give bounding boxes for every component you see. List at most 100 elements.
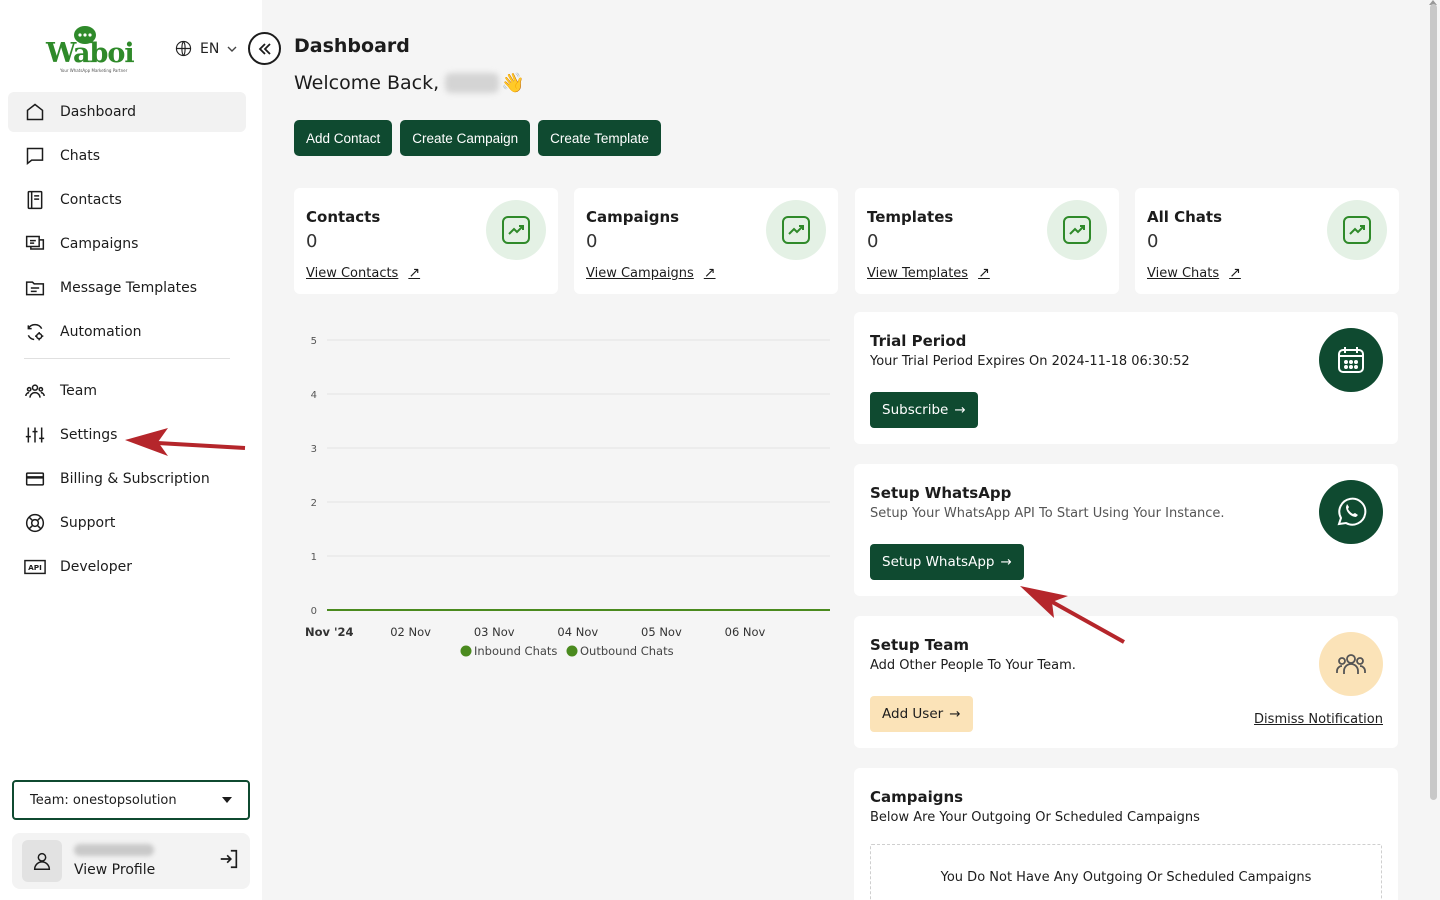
trial-period-panel: Trial Period Your Trial Period Expires O… [854,312,1398,444]
arrow-up-right-icon: ↗ [703,265,716,281]
campaigns-panel: Campaigns Below Are Your Outgoing Or Sch… [854,768,1398,900]
sidebar-item-chats[interactable]: Chats [8,136,246,176]
stat-title: Contacts [306,208,381,226]
sidebar-item-label: Dashboard [60,104,136,120]
sidebar-item-team[interactable]: Team [8,371,246,411]
create-campaign-button[interactable]: Create Campaign [400,120,531,156]
stat-card-templates: Templates 0 View Templates ↗ [855,188,1119,294]
chart-y-tick-label: 0 [311,606,317,617]
sidebar-item-billing[interactable]: Billing & Subscription [8,459,246,499]
scrollbar-thumb[interactable] [1430,4,1437,800]
chats-chart: 0 1 2 3 4 5 Nov '24 02 Nov 03 Nov 04 Nov 05 Nov 06 … [294,320,840,670]
chart-legend-marker [460,645,472,657]
setup-whatsapp-button[interactable]: Setup WhatsApp → [870,544,1024,580]
create-template-button[interactable]: Create Template [538,120,661,156]
team-select-value: Team: onestopsolution [30,792,177,808]
automation-icon [24,321,46,343]
sidebar-item-settings[interactable]: Settings [8,415,246,455]
chart-x-tick-label: Nov '24 [305,625,354,639]
caret-down-icon [222,797,232,803]
chart-y-tick-label: 4 [311,390,317,401]
redacted-user-name [445,72,500,93]
sidebar-item-label: Contacts [60,192,122,208]
chart-y-tick-label: 2 [311,498,317,509]
profile-text: View Profile [74,844,218,878]
stat-value: 0 [867,231,879,252]
whatsapp-icon [1319,480,1383,544]
subscribe-button[interactable]: Subscribe → [870,392,978,428]
wave-emoji: 👋 [501,72,525,94]
profile-card[interactable]: View Profile [12,833,250,889]
sidebar-item-message-templates[interactable]: Message Templates [8,268,246,308]
view-profile-link[interactable]: View Profile [74,862,218,878]
arrow-up-right-icon: ↗ [978,265,990,281]
view-chats-link[interactable]: View Chats ↗ [1147,265,1241,281]
stat-link-label: View Contacts [306,265,399,281]
logout-icon[interactable] [218,848,240,874]
view-templates-link[interactable]: View Templates ↗ [867,265,990,281]
arrow-right-icon: → [954,402,966,418]
chart-x-tick-label: 02 Nov [390,625,431,639]
add-user-label: Add User [882,706,944,722]
arrow-up-right-icon: ↗ [1229,265,1241,281]
whatsapp-text: Setup Your WhatsApp API To Start Using Y… [870,506,1225,521]
stat-card-all-chats: All Chats 0 View Chats ↗ [1135,188,1399,294]
sidebar-item-automation[interactable]: Automation [8,312,246,352]
home-icon [24,101,46,123]
welcome-message: Welcome Back, 👋 [294,71,525,95]
svg-text:API: API [28,563,42,572]
language-selector[interactable]: EN [175,40,237,57]
arrow-right-icon: → [949,706,961,722]
sidebar-item-label: Settings [60,427,118,443]
stat-link-label: View Campaigns [586,265,694,281]
sidebar-item-support[interactable]: Support [8,503,246,543]
sidebar-item-label: Billing & Subscription [60,471,210,487]
subscribe-label: Subscribe [882,402,949,418]
dismiss-notification-link[interactable]: Dismiss Notification [1254,712,1383,727]
team-select[interactable]: Team: onestopsolution [12,780,250,820]
chart-y-tick-label: 1 [311,552,317,563]
team-text: Add Other People To Your Team. [870,658,1076,673]
sidebar-nav: Dashboard Chats Contacts Campaigns Messa… [8,92,246,591]
view-contacts-link[interactable]: View Contacts ↗ [306,265,420,281]
sidebar-item-label: Campaigns [60,236,139,252]
campaigns-text: Below Are Your Outgoing Or Scheduled Cam… [870,810,1200,825]
globe-icon [175,40,192,57]
add-contact-button[interactable]: Add Contact [294,120,393,156]
stat-link-label: View Templates [867,265,969,281]
chats-line-chart: 0 1 2 3 4 5 Nov '24 02 Nov 03 Nov 04 Nov 05 Nov 06 … [305,336,830,658]
redacted-username [74,844,154,856]
sidebar-item-label: Chats [60,148,101,164]
sidebar-item-label: Team [60,383,98,399]
card-icon [24,468,46,490]
stat-value: 0 [306,231,318,252]
sidebar-item-label: Automation [60,324,142,340]
chart-x-tick-label: 04 Nov [557,625,598,639]
arrow-right-icon: → [1000,554,1012,570]
setup-whatsapp-label: Setup WhatsApp [882,554,995,570]
team-title: Setup Team [870,636,969,654]
trend-up-icon [766,200,826,260]
waboi-logo[interactable]: Waboi Your WhatsApp Marketing Partner [46,26,135,76]
sidebar-item-contacts[interactable]: Contacts [8,180,246,220]
chart-legend-marker [566,645,578,657]
sidebar-item-label: Support [60,515,116,531]
sidebar-item-developer[interactable]: API Developer [8,547,246,587]
whatsapp-title: Setup WhatsApp [870,484,1012,502]
welcome-text: Welcome Back, [294,71,440,94]
trend-up-icon [486,200,546,260]
chart-legend-label: Inbound Chats [474,644,557,658]
lifebuoy-icon [24,512,46,534]
collapse-sidebar-button[interactable] [248,32,281,65]
setup-whatsapp-panel: Setup WhatsApp Setup Your WhatsApp API T… [854,464,1398,596]
sidebar-item-campaigns[interactable]: Campaigns [8,224,246,264]
sidebar-item-dashboard[interactable]: Dashboard [8,92,246,132]
sidebar-item-label: Message Templates [60,280,197,296]
stat-link-label: View Chats [1147,265,1220,281]
chart-x-tick-label: 05 Nov [641,625,682,639]
view-campaigns-link[interactable]: View Campaigns ↗ [586,265,716,281]
sliders-icon [24,424,46,446]
add-user-button[interactable]: Add User → [870,696,973,732]
sidebar: Waboi Your WhatsApp Marketing Partner EN… [0,0,262,900]
stat-value: 0 [586,231,598,252]
